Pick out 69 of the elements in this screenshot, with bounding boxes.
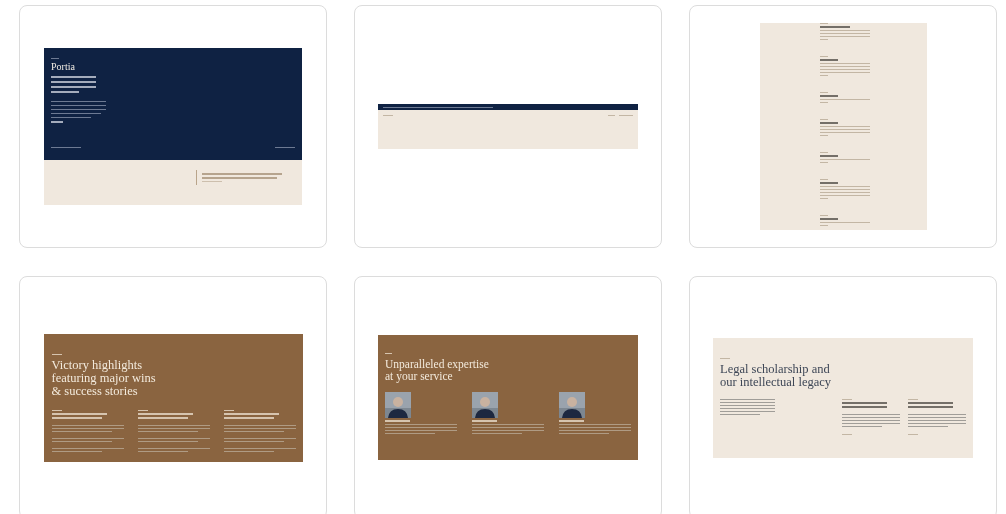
illegible-text-line: [385, 353, 392, 354]
illegible-text-line: [819, 179, 828, 180]
illegible-text-line: [275, 147, 295, 148]
template-card[interactable]: Victory highlights featuring major wins & success stories: [19, 276, 327, 514]
illegible-text-line: [819, 222, 870, 223]
illegible-text-line: [819, 215, 828, 216]
template-card[interactable]: Unparalleled expertise at your service: [354, 276, 662, 514]
illegible-text-line: [819, 72, 870, 73]
illegible-text-line: [51, 58, 59, 59]
illegible-text-line: [819, 39, 828, 40]
illegible-text-line: [51, 116, 91, 118]
illegible-text-line: [819, 155, 838, 157]
illegible-text-line: [819, 218, 838, 220]
illegible-text-line: [720, 357, 730, 359]
template-title: Portia: [51, 62, 76, 73]
illegible-text-line: [819, 33, 870, 34]
illegible-text-line: [819, 182, 838, 184]
illegible-text-line: [819, 198, 828, 199]
template-card[interactable]: [354, 5, 662, 248]
illegible-text-line: [383, 115, 393, 116]
illegible-text-line: [819, 95, 838, 97]
illegible-text-line: [819, 99, 870, 100]
illegible-text-line: [819, 225, 828, 226]
illegible-text-line: [819, 192, 870, 193]
illegible-text-line: [819, 195, 870, 196]
illegible-text-line: [51, 75, 96, 78]
illegible-text-line: [819, 186, 870, 187]
illegible-text-line: [51, 353, 62, 355]
illegible-text-line: [51, 90, 79, 93]
illegible-text-line: [51, 112, 101, 114]
illegible-text-line: [908, 433, 918, 435]
illegible-text-line: [819, 126, 870, 127]
illegible-text-line: [819, 63, 870, 64]
section-heading: Victory highlights featuring major wins & success stories: [51, 358, 157, 398]
illegible-text-line: [819, 26, 850, 28]
illegible-text-line: [619, 115, 633, 116]
illegible-text-line: [819, 135, 828, 136]
illegible-text-line: [819, 66, 870, 67]
illegible-text-line: [51, 120, 63, 123]
template-card[interactable]: Legal scholarship and our intellectual legacy: [689, 276, 997, 514]
template-card[interactable]: Portia: [19, 5, 327, 248]
illegible-text-line: [819, 129, 870, 130]
illegible-text-line: [819, 30, 870, 31]
section-heading: Unparalleled expertise at your service: [385, 358, 490, 383]
illegible-text-line: [51, 104, 106, 106]
illegible-text-line: [819, 132, 870, 133]
illegible-text-line: [819, 122, 838, 124]
illegible-text-line: [819, 152, 828, 153]
illegible-text-line: [819, 69, 870, 70]
illegible-text-line: [51, 147, 81, 148]
illegible-text-line: [819, 59, 838, 61]
illegible-text-line: [51, 80, 96, 83]
illegible-text-line: [51, 108, 106, 110]
illegible-text-line: [819, 36, 870, 37]
illegible-text-line: [608, 115, 615, 116]
illegible-text-line: [51, 100, 106, 102]
illegible-text-line: [819, 75, 828, 76]
illegible-text-line: [819, 23, 828, 24]
illegible-text-line: [819, 92, 828, 93]
illegible-text-line: [819, 56, 828, 57]
illegible-text-line: [51, 85, 96, 88]
illegible-text-line: [842, 433, 852, 435]
illegible-text-line: [819, 162, 828, 163]
illegible-text-line: [819, 189, 870, 190]
illegible-text-line: [202, 181, 222, 182]
section-heading: Legal scholarship and our intellectual legacy: [720, 362, 833, 389]
illegible-text-line: [819, 159, 870, 160]
illegible-text-line: [819, 102, 828, 103]
illegible-text-line: [819, 119, 828, 120]
